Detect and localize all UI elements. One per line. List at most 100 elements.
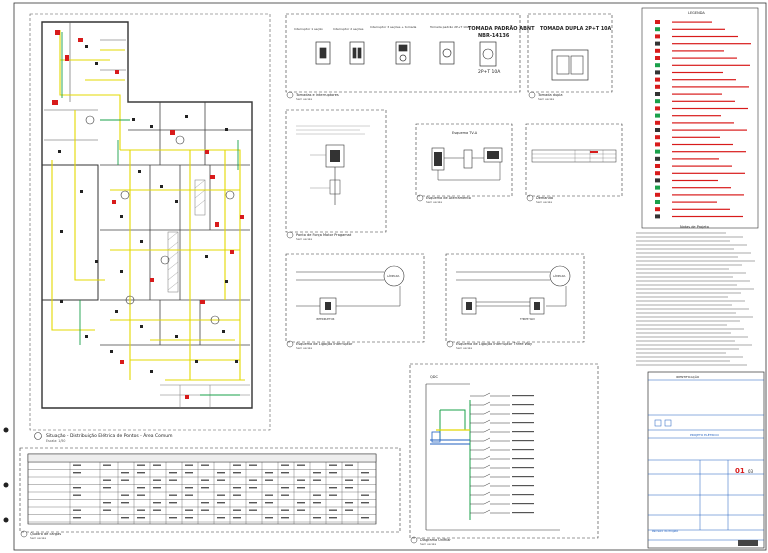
cargas-cell-mark [281, 509, 289, 511]
cargas-cell-mark [169, 479, 177, 481]
cargas-cell-mark [185, 472, 193, 474]
unifilar-circuit [470, 419, 510, 424]
tomadas-item-2: Interruptor 2 seções [333, 27, 364, 31]
cargas-cell-mark [297, 464, 305, 466]
legend-text-line [672, 107, 748, 110]
cargas-cell-mark [137, 487, 145, 489]
sheet-total: 03 [748, 469, 754, 474]
cargas-cell-mark [329, 464, 337, 466]
legend-symbol [655, 99, 660, 104]
legend-symbol [655, 27, 660, 32]
legend-text-line [672, 122, 734, 124]
detail-ponto-forca: Ponto de Força Motor Pragamat Sem escala [285, 109, 387, 241]
cargas-cell-mark [361, 502, 369, 504]
cargas-cell-mark [103, 487, 111, 489]
notes-title: Notas de Projeto [680, 225, 709, 229]
lig-interruptor-switch: INTERRUPTOR [316, 317, 335, 321]
cargas-cell-mark [249, 487, 257, 489]
drawing-sheet: Situação - Distribuição Elétrica de Pont… [0, 0, 768, 553]
cargas-cell-mark [121, 472, 129, 474]
unifilar-circuit [470, 410, 510, 415]
unifilar-circuit [470, 491, 510, 496]
cargas-cell-mark [297, 479, 305, 481]
unifilar-circuit-label [512, 494, 534, 496]
unifilar-circuit-label [512, 431, 534, 433]
cargas-cell-mark [137, 472, 145, 474]
unifilar-circuit [470, 428, 510, 433]
cargas-cell-mark [265, 479, 273, 481]
cargas-cell-mark [185, 517, 193, 519]
legend-text-line [672, 165, 732, 167]
sheet-number: 01 [735, 467, 745, 475]
legend-symbol [655, 149, 660, 154]
cargas-cell-mark [233, 487, 241, 489]
cargas-cell-mark [121, 517, 129, 519]
lig-threeway-scale: Sem escala [456, 346, 472, 350]
legend-text-line [672, 21, 712, 23]
legend-symbol [655, 77, 660, 82]
cargas-cell-mark [153, 464, 161, 466]
cargas-cell-mark [103, 479, 111, 481]
cargas-cell-mark [217, 502, 225, 504]
legend-text-line [672, 43, 751, 45]
cargas-cell-mark [137, 494, 145, 496]
cargas-cell-mark [73, 494, 81, 496]
cargas-cell-mark [313, 479, 321, 481]
lig-threeway-lamp: LÂMPADA [553, 273, 566, 278]
tv-scale: Sem escala [426, 200, 442, 204]
cargas-cell-mark [217, 472, 225, 474]
lig-threeway-switch: THREE WAY [520, 317, 535, 321]
detail-tv: Esquema TV-A Esquema de Aterramento Sem … [415, 123, 513, 204]
cargas-grid [27, 454, 377, 524]
unifilar-circuit-label [512, 458, 534, 460]
legend-text-line [672, 151, 746, 153]
floor-plan-scale: Escala: 1/50 [46, 439, 65, 443]
legend-symbol [655, 63, 660, 68]
tomadas-item-1: Interruptor 1 seção [294, 27, 323, 31]
unifilar-circuit [470, 473, 510, 478]
cargas-cell-mark [361, 494, 369, 496]
legend-panel: LEGENDA [641, 7, 759, 229]
legend-text-line [672, 136, 720, 138]
cargas-cell-mark [361, 472, 369, 474]
legend-text-line [672, 179, 718, 182]
cargas-cell-mark [153, 487, 161, 489]
legend-text-line [672, 93, 722, 95]
legend-text-line [672, 215, 743, 218]
legend-text-line [672, 50, 724, 52]
cargas-cell-mark [345, 509, 353, 511]
unifilar-circuit-label [512, 485, 534, 487]
cargas-cell-mark [233, 464, 241, 466]
cargas-cell-mark [329, 472, 337, 474]
legend-symbol [655, 70, 660, 75]
title-block-project: PROJETO ELÉTRICO [690, 432, 720, 437]
cargas-cell-mark [217, 517, 225, 519]
cargas-cell-mark [345, 502, 353, 504]
tomadas-item-4: Tomada padrão 2P+T 10A [429, 25, 470, 29]
cargas-cell-mark [73, 509, 81, 511]
legend-symbol [655, 156, 660, 161]
cargas-cell-mark [185, 464, 193, 466]
cargas-cell-mark [233, 494, 241, 496]
legend-symbol [655, 41, 660, 46]
cargas-cell-mark [201, 487, 209, 489]
cargas-cell-mark [73, 472, 81, 474]
cargas-cell-mark [249, 509, 257, 511]
cargas-cell-mark [345, 479, 353, 481]
cargas-cell-mark [345, 487, 353, 489]
tomadas-item-3: Interruptor 3 seções + tomada [370, 25, 416, 29]
legend-symbol [655, 56, 660, 60]
cargas-cell-mark [103, 502, 111, 504]
demanda-scale: Sem escala [536, 200, 552, 204]
cargas-cell-mark [185, 509, 193, 511]
legend-symbol [655, 207, 660, 212]
unifilar-circuit [470, 455, 510, 460]
cargas-cell-mark [73, 517, 81, 519]
unifilar-circuit [470, 500, 510, 505]
legend-symbol [655, 142, 660, 147]
tomadas-big-label-1: TOMADA PADRÃO ABNT [468, 25, 535, 32]
tomadas-scale: Sem escala [296, 97, 312, 101]
legend-symbol [655, 192, 660, 197]
legend-text-line [672, 208, 730, 210]
detail-tomada-dupla: TOMADA DUPLA 2P+T 10A Tomada dupla Sem e… [527, 13, 613, 101]
